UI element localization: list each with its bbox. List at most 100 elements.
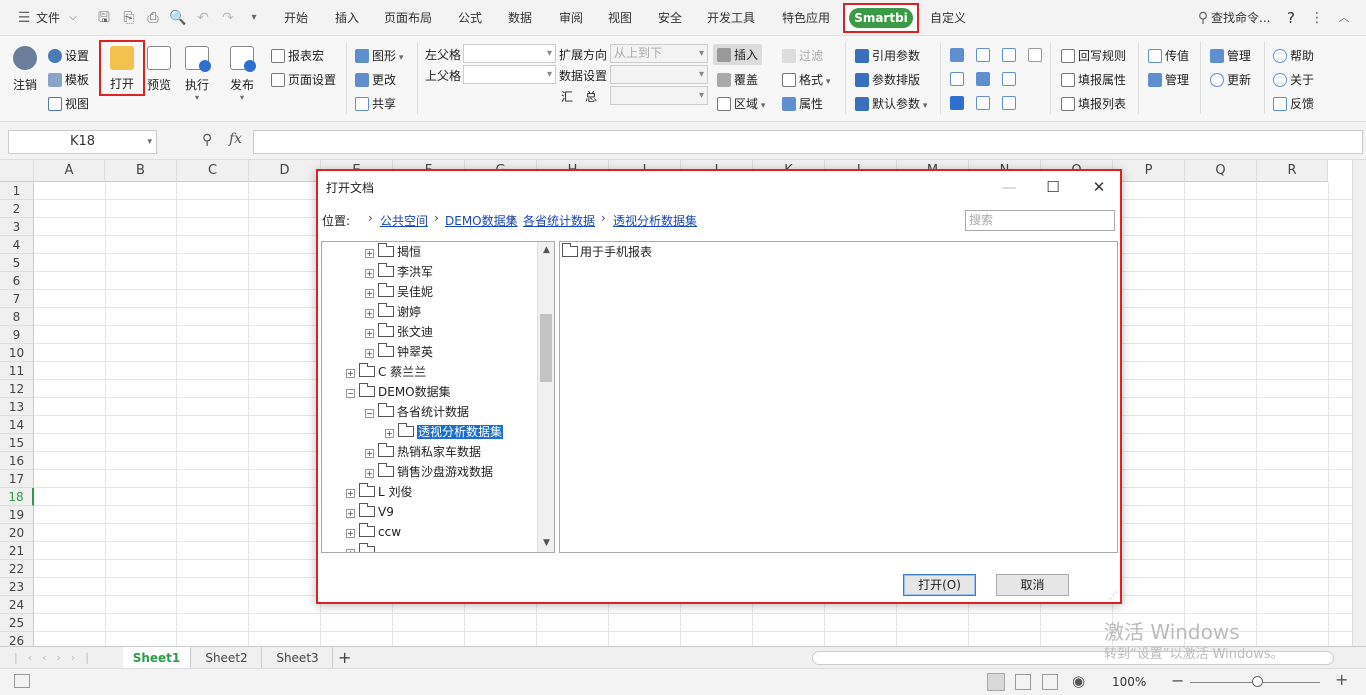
preview-button[interactable]: 预览	[145, 46, 173, 93]
zoom-level[interactable]: 100%	[1112, 675, 1146, 689]
publish-dropdown-icon[interactable]: ▾	[227, 93, 257, 102]
expand-icon[interactable]: +	[365, 269, 374, 278]
row-header-22[interactable]: 22	[0, 560, 34, 578]
export-icon[interactable]: ⎘	[120, 9, 138, 27]
row-header-17[interactable]: 17	[0, 470, 34, 488]
execute-dropdown-icon[interactable]: ▾	[182, 93, 212, 102]
column-header-q[interactable]: Q	[1185, 160, 1257, 182]
column-header-b[interactable]: B	[105, 160, 177, 182]
file-menu[interactable]: 文件	[36, 0, 60, 36]
expand-icon[interactable]: +	[365, 309, 374, 318]
tree-node[interactable]: + L 刘俊	[346, 482, 413, 502]
text-control-icon[interactable]	[950, 48, 964, 62]
name-box[interactable]: K18 ▾	[8, 130, 157, 154]
tree-node[interactable]: +	[346, 542, 378, 552]
data-setting-select[interactable]	[610, 65, 708, 84]
expand-icon[interactable]: +	[365, 449, 374, 458]
breadcrumb-demo-dataset[interactable]: DEMO数据集	[445, 212, 518, 229]
hamburger-icon[interactable]: ☰	[15, 9, 33, 27]
view-button[interactable]: 视图	[48, 95, 89, 112]
expand-icon[interactable]: +	[385, 429, 394, 438]
expand-icon[interactable]: +	[365, 289, 374, 298]
row-header-23[interactable]: 23	[0, 578, 34, 596]
logout-button[interactable]: 注销	[10, 46, 40, 93]
region-button[interactable]: 区域 ▾	[717, 95, 765, 112]
row-header-20[interactable]: 20	[0, 524, 34, 542]
scroll-up-icon[interactable]: ▲	[538, 242, 554, 259]
sheet-tab-1[interactable]: Sheet1	[123, 647, 191, 669]
column-header-p[interactable]: P	[1113, 160, 1185, 182]
redo-icon[interactable]: ↷	[219, 9, 237, 27]
tree-node[interactable]: + 钟翠英	[365, 342, 433, 362]
file-item[interactable]: 用于手机报表	[562, 243, 652, 261]
publish-button[interactable]: 发布 ▾	[227, 46, 257, 102]
normal-view-icon[interactable]	[987, 673, 1005, 691]
collapse-icon[interactable]: −	[365, 409, 374, 418]
expand-icon[interactable]: +	[346, 509, 355, 518]
settings-button[interactable]: 设置	[48, 47, 89, 64]
print-icon[interactable]: ⎙	[144, 9, 162, 27]
minimize-icon[interactable]: —	[994, 175, 1024, 199]
open-dialog-button[interactable]: 打开(O)	[903, 574, 976, 596]
expand-icon[interactable]: +	[346, 489, 355, 498]
row-header-4[interactable]: 4	[0, 236, 34, 254]
row-header-15[interactable]: 15	[0, 434, 34, 452]
tree-node[interactable]: + V9	[346, 502, 394, 522]
file-list[interactable]: 用于手机报表	[559, 241, 1118, 553]
grid-vertical-scrollbar[interactable]	[1352, 160, 1366, 646]
list-control-icon[interactable]	[1002, 48, 1016, 62]
row-header-24[interactable]: 24	[0, 596, 34, 614]
share-button[interactable]: 共享	[355, 95, 396, 112]
tree-node[interactable]: + ccw	[346, 522, 401, 542]
tab-security[interactable]: 安全	[658, 0, 682, 36]
row-header-6[interactable]: 6	[0, 272, 34, 290]
macro-record-icon[interactable]	[14, 674, 30, 688]
tab-data[interactable]: 数据	[508, 0, 532, 36]
row-header-5[interactable]: 5	[0, 254, 34, 272]
template-button[interactable]: 模板	[48, 71, 89, 88]
image-control-icon[interactable]	[976, 72, 990, 86]
cancel-dialog-button[interactable]: 取消	[996, 574, 1069, 596]
row-header-13[interactable]: 13	[0, 398, 34, 416]
tab-developer[interactable]: 开发工具	[707, 0, 755, 36]
property-button[interactable]: 属性	[782, 95, 823, 112]
row-header-16[interactable]: 16	[0, 452, 34, 470]
row-header-19[interactable]: 19	[0, 506, 34, 524]
row-header-1[interactable]: 1	[0, 182, 34, 200]
tree-node[interactable]: + 谢婷	[365, 302, 421, 322]
row-header-9[interactable]: 9	[0, 326, 34, 344]
tree-node[interactable]: + 销售沙盘游戏数据	[365, 462, 493, 482]
tree-node[interactable]: + 李洪军	[365, 262, 433, 282]
link-control-icon[interactable]	[976, 96, 990, 110]
feedback-button[interactable]: 反馈	[1273, 95, 1314, 112]
execute-button[interactable]: 执行 ▾	[182, 46, 212, 102]
fill-list-button[interactable]: 填报列表	[1061, 95, 1126, 112]
tab-view[interactable]: 视图	[608, 0, 632, 36]
manage2-button[interactable]: 管理	[1210, 47, 1251, 64]
page-layout-view-icon[interactable]	[1015, 674, 1031, 690]
tree-node[interactable]: + 吴佳妮	[365, 282, 433, 302]
breadcrumb-pivot-dataset[interactable]: 透视分析数据集	[613, 212, 697, 229]
help-button[interactable]: 帮助	[1273, 47, 1314, 64]
open-button[interactable]: 打开	[99, 40, 145, 96]
graphic-button[interactable]: 图形 ▾	[355, 47, 403, 64]
row-header-10[interactable]: 10	[0, 344, 34, 362]
format-button[interactable]: 格式 ▾	[782, 71, 830, 88]
collapse-icon[interactable]: −	[346, 389, 355, 398]
update-button[interactable]: 更新	[1210, 71, 1251, 88]
column-header-c[interactable]: C	[177, 160, 249, 182]
select-all-corner[interactable]	[0, 160, 34, 182]
expand-icon[interactable]: +	[365, 469, 374, 478]
tab-page-layout[interactable]: 页面布局	[384, 0, 432, 36]
help-icon[interactable]: ?	[1287, 0, 1295, 36]
maximize-icon[interactable]: ☐	[1038, 175, 1068, 199]
grid-control-icon[interactable]	[950, 72, 964, 86]
fill-property-button[interactable]: 填报属性	[1061, 71, 1126, 88]
row-header-7[interactable]: 7	[0, 290, 34, 308]
expand-icon[interactable]: +	[346, 369, 355, 378]
fx-icon[interactable]: fx	[229, 131, 242, 147]
sheet-nav-arrows-icon[interactable]: |‹‹››|	[14, 647, 99, 669]
column-header-d[interactable]: D	[249, 160, 321, 182]
tab-special-apps[interactable]: 特色应用	[782, 0, 830, 36]
search-icon[interactable]: ⚲	[1194, 9, 1212, 27]
